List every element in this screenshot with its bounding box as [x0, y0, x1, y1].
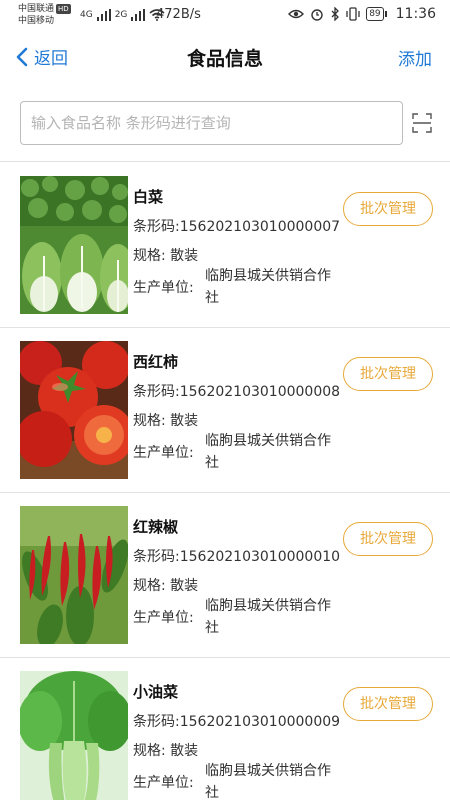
spec-label: 规格: — [133, 743, 166, 759]
spec-row: 规格: 散装 — [133, 575, 198, 595]
barcode-label: 条形码: — [133, 714, 180, 730]
food-name: 白菜 — [133, 188, 164, 206]
spec-row: 规格: 散装 — [133, 410, 198, 430]
barcode-row: 条形码:156202103010000010 — [133, 546, 340, 566]
producer-value: 临朐县城关供销合作社 — [205, 598, 331, 636]
carrier-1: 中国联通 — [18, 4, 55, 14]
hd-badge: HD — [56, 4, 71, 14]
producer-label: 生产单位: — [133, 280, 194, 296]
batch-manage-button[interactable]: 批次管理 — [343, 357, 433, 391]
system-icons: 89 11:36 — [288, 6, 436, 22]
signal-1-type: 4G — [80, 10, 93, 20]
barcode-label: 条形码: — [133, 549, 180, 565]
status-bar: 中国联通 HD 中国移动 4G 2G 472B/s 89 11:36 — [0, 0, 450, 30]
list-item[interactable]: 小油菜 条形码:156202103010000009 规格: 散装 生产单位: … — [0, 658, 450, 800]
list-item[interactable]: 西红柿 条形码:156202103010000008 规格: 散装 生产单位: … — [0, 328, 450, 493]
food-name: 红辣椒 — [133, 518, 179, 536]
search-bar — [0, 84, 450, 162]
nav-bar: 返回 食品信息 添加 — [0, 30, 450, 84]
signal-2-type: 2G — [114, 10, 128, 20]
cabbage-image — [20, 176, 128, 314]
signal-bars-icon — [131, 9, 146, 21]
tomato-image — [20, 341, 128, 479]
signal-bars-icon — [96, 9, 111, 21]
clock: 11:36 — [395, 6, 436, 22]
spec-value: 散装 — [170, 743, 199, 759]
battery-icon: 89 — [366, 7, 388, 21]
barcode-label: 条形码: — [133, 219, 180, 235]
list-item[interactable]: 红辣椒 条形码:156202103010000010 规格: 散装 生产单位: … — [0, 493, 450, 658]
barcode-value: 156202103010000008 — [179, 384, 341, 400]
page-title: 食品信息 — [186, 48, 263, 70]
eye-comfort-icon — [288, 9, 305, 19]
producer-label: 生产单位: — [133, 445, 194, 461]
producer-label: 生产单位: — [133, 610, 194, 626]
carrier-info: 中国联通 HD 中国移动 — [18, 3, 71, 27]
producer-value: 临朐县城关供销合作社 — [205, 433, 331, 471]
batch-manage-button[interactable]: 批次管理 — [343, 687, 433, 721]
batch-manage-button[interactable]: 批次管理 — [343, 522, 433, 556]
scan-icon[interactable] — [412, 113, 432, 133]
spec-row: 规格: 散装 — [133, 740, 198, 760]
producer-value: 临朐县城关供销合作社 — [205, 763, 331, 800]
barcode-row: 条形码:156202103010000008 — [133, 381, 340, 401]
producer-label: 生产单位: — [133, 775, 194, 791]
list-item[interactable]: 白菜 条形码:156202103010000007 规格: 散装 生产单位: 临… — [0, 163, 450, 328]
barcode-value: 156202103010000009 — [179, 714, 341, 730]
spec-label: 规格: — [133, 578, 166, 594]
barcode-label: 条形码: — [133, 384, 180, 400]
food-list: 白菜 条形码:156202103010000007 规格: 散装 生产单位: 临… — [0, 163, 450, 800]
bok-choy-image — [20, 671, 128, 800]
vibrate-icon — [346, 7, 360, 21]
batch-manage-button[interactable]: 批次管理 — [343, 192, 433, 226]
barcode-row: 条形码:156202103010000007 — [133, 216, 340, 236]
spec-value: 散装 — [170, 413, 199, 429]
spec-label: 规格: — [133, 413, 166, 429]
spec-value: 散装 — [170, 248, 199, 264]
add-button[interactable]: 添加 — [398, 45, 432, 70]
food-name: 西红柿 — [133, 353, 179, 371]
barcode-value: 156202103010000010 — [179, 549, 341, 565]
search-input[interactable] — [20, 101, 403, 145]
net-speed: 472B/s — [156, 7, 201, 22]
producer-value: 临朐县城关供销合作社 — [205, 268, 331, 306]
spec-label: 规格: — [133, 248, 166, 264]
signal-indicators: 4G 2G — [80, 6, 165, 24]
barcode-value: 156202103010000007 — [179, 219, 341, 235]
alarm-icon — [311, 9, 323, 21]
carrier-2: 中国移动 — [18, 16, 55, 26]
spec-value: 散装 — [170, 578, 199, 594]
spec-row: 规格: 散装 — [133, 245, 198, 265]
red-pepper-image — [20, 506, 128, 644]
bluetooth-icon — [331, 7, 340, 21]
barcode-row: 条形码:156202103010000009 — [133, 711, 340, 731]
food-name: 小油菜 — [133, 683, 179, 701]
